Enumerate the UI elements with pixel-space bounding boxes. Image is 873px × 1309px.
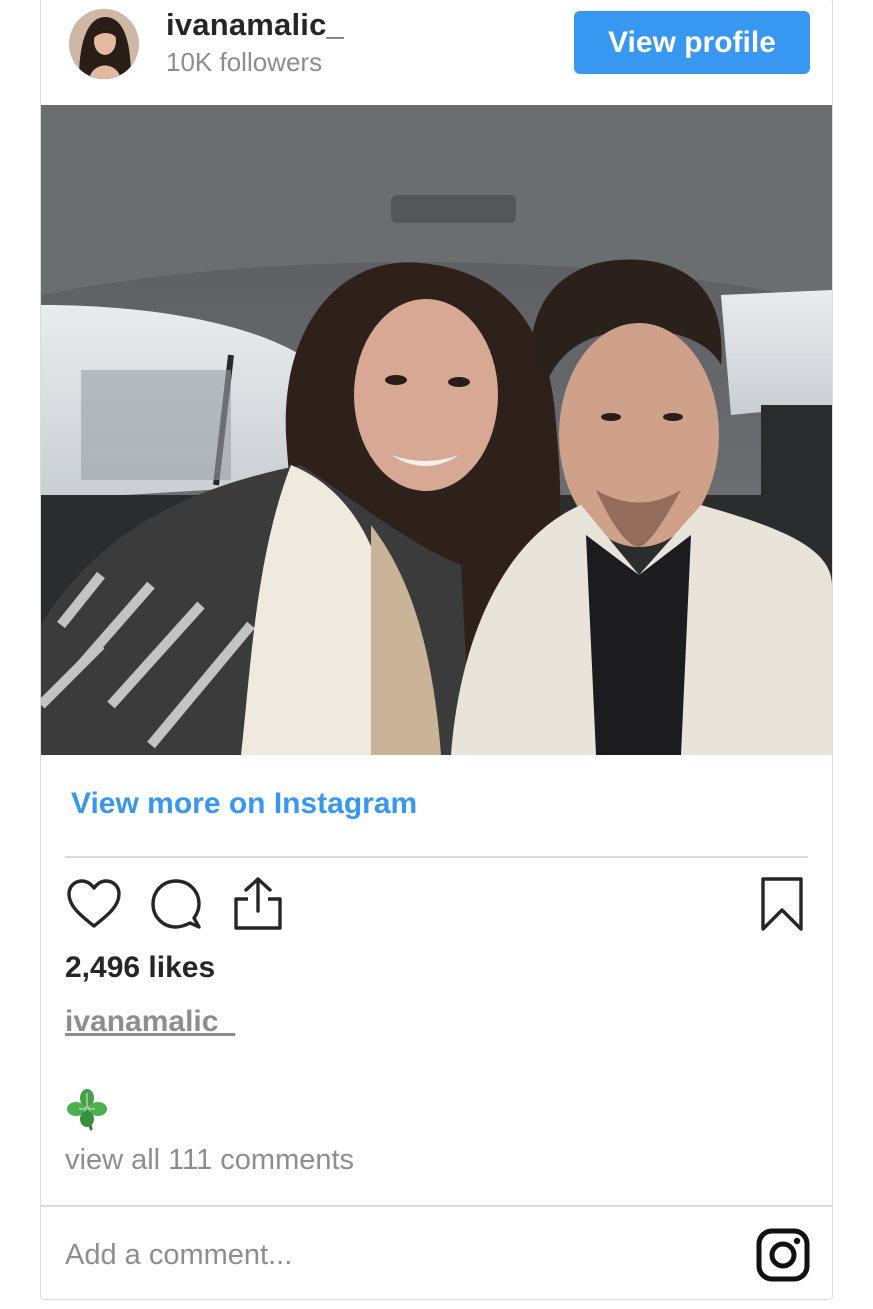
view-all-comments-link[interactable]: view all 111 comments	[65, 1144, 354, 1177]
caption-username-link[interactable]: ivanamalic_	[65, 1005, 235, 1039]
heart-icon[interactable]	[65, 875, 123, 933]
followers-count: 10K followers	[166, 47, 323, 77]
add-comment-input[interactable]	[65, 1231, 705, 1279]
post-photo[interactable]	[41, 105, 832, 755]
comment-bubble-icon[interactable]	[147, 875, 205, 933]
bookmark-icon[interactable]	[753, 875, 811, 933]
divider	[65, 856, 808, 858]
avatar-image	[69, 9, 139, 79]
four-leaf-clover-emoji	[65, 1087, 109, 1131]
avatar[interactable]	[69, 9, 139, 79]
view-more-on-instagram-link[interactable]: View more on Instagram	[71, 787, 417, 821]
post-header: ivanamalic_ 10K followers View profile	[41, 0, 832, 105]
instagram-icon[interactable]	[755, 1227, 811, 1283]
view-profile-button[interactable]: View profile	[574, 11, 810, 74]
post-image	[41, 105, 832, 755]
instagram-embed-card: ivanamalic_ 10K followers View profile V…	[40, 0, 833, 1300]
share-icon[interactable]	[229, 875, 287, 933]
username[interactable]: ivanamalic_	[166, 7, 344, 43]
action-bar	[65, 875, 810, 931]
likes-count[interactable]: 2,496 likes	[65, 951, 215, 985]
divider	[41, 1205, 832, 1207]
